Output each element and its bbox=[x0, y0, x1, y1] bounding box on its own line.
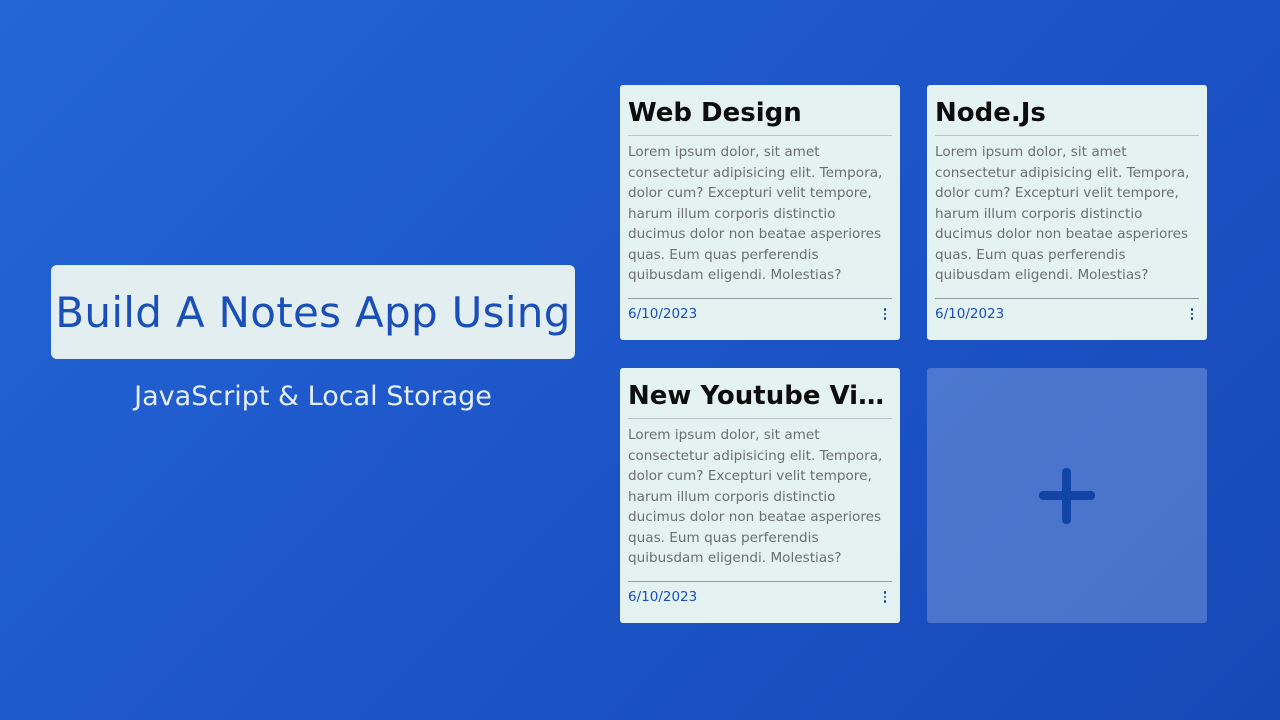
note-footer: 6/10/2023 bbox=[628, 298, 892, 322]
note-date: 6/10/2023 bbox=[628, 589, 698, 605]
hero-title: Build A Notes App Using bbox=[55, 287, 571, 337]
note-footer: 6/10/2023 bbox=[935, 298, 1199, 322]
note-body: Lorem ipsum dolor, sit amet consectetur … bbox=[628, 427, 883, 566]
note-card[interactable]: New Youtube Vid... Lorem ipsum dolor, si… bbox=[620, 368, 900, 623]
plus-icon bbox=[1039, 467, 1095, 524]
note-title: Web Design bbox=[628, 95, 892, 136]
note-card[interactable]: Web Design Lorem ipsum dolor, sit amet c… bbox=[620, 85, 900, 340]
more-vertical-icon[interactable] bbox=[878, 306, 892, 322]
hero-title-box: Build A Notes App Using bbox=[51, 265, 575, 359]
more-vertical-icon[interactable] bbox=[878, 589, 892, 605]
note-card[interactable]: Node.Js Lorem ipsum dolor, sit amet cons… bbox=[927, 85, 1207, 340]
note-body: Lorem ipsum dolor, sit amet consectetur … bbox=[628, 144, 883, 283]
note-title: New Youtube Vid... bbox=[628, 378, 892, 419]
hero: Build A Notes App Using JavaScript & Loc… bbox=[51, 265, 575, 412]
note-date: 6/10/2023 bbox=[935, 306, 1005, 322]
note-title: Node.Js bbox=[935, 95, 1199, 136]
note-date: 6/10/2023 bbox=[628, 306, 698, 322]
notes-grid: Web Design Lorem ipsum dolor, sit amet c… bbox=[620, 85, 1207, 623]
note-body: Lorem ipsum dolor, sit amet consectetur … bbox=[935, 144, 1190, 283]
more-vertical-icon[interactable] bbox=[1185, 306, 1199, 322]
hero-subtitle: JavaScript & Local Storage bbox=[134, 381, 492, 412]
add-note-button[interactable] bbox=[927, 368, 1207, 623]
note-footer: 6/10/2023 bbox=[628, 581, 892, 605]
